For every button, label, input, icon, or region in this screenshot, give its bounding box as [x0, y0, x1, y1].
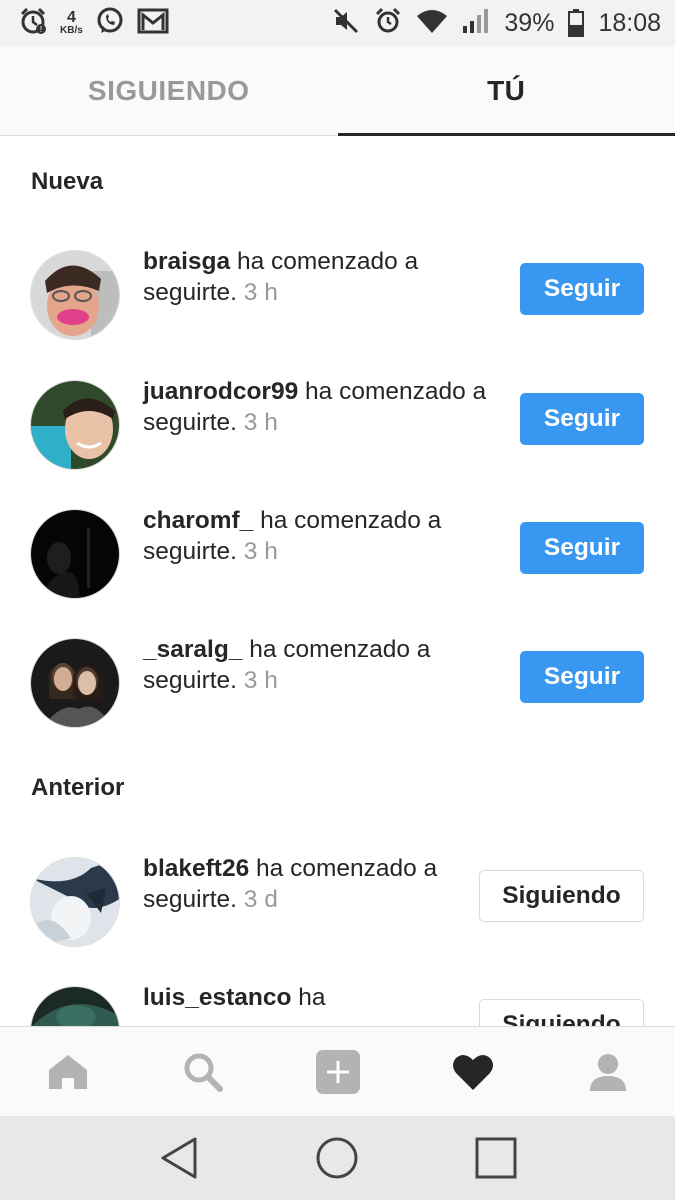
avatar[interactable]: [30, 250, 120, 340]
home-icon[interactable]: [28, 1032, 108, 1112]
profile-icon[interactable]: [568, 1032, 648, 1112]
notification-row[interactable]: braisga ha comenzado a seguirte. 3 h Seg…: [0, 236, 675, 346]
username[interactable]: blakeft26: [143, 855, 249, 882]
username[interactable]: _saralg_: [143, 636, 242, 663]
network-speed-unit: KB/s: [60, 25, 83, 36]
follow-button[interactable]: Seguir: [520, 651, 644, 703]
activity-tabs: SIGUIENDO TÚ: [0, 46, 675, 136]
network-speed: 4 KB/s: [60, 10, 83, 36]
alarm-clock-icon: !: [18, 6, 48, 41]
mute-icon: [332, 7, 360, 40]
avatar[interactable]: [30, 986, 120, 1026]
network-speed-value: 4: [66, 9, 76, 26]
home-circle-icon[interactable]: [302, 1123, 372, 1193]
follow-button[interactable]: Seguir: [520, 263, 644, 315]
notification-time: 3 h: [243, 279, 278, 306]
gmail-icon: [137, 8, 169, 39]
tab-following[interactable]: SIGUIENDO: [0, 46, 338, 135]
back-icon[interactable]: [144, 1123, 214, 1193]
notification-row[interactable]: _saralg_ ha comenzado a seguirte. 3 h Se…: [0, 624, 675, 734]
svg-text:!: !: [39, 25, 42, 34]
follow-button[interactable]: Seguir: [520, 393, 644, 445]
username[interactable]: charomf_: [143, 507, 253, 534]
notification-row[interactable]: charomf_ ha comenzado a seguirte. 3 h Se…: [0, 495, 675, 605]
avatar[interactable]: [30, 509, 120, 599]
notification-text: braisga ha comenzado a seguirte. 3 h: [143, 246, 503, 308]
notification-text: blakeft26 ha comenzado a seguirte. 3 d: [143, 853, 503, 915]
heart-icon[interactable]: [433, 1032, 513, 1112]
notification-row[interactable]: luis_estanco ha Siguiendo: [0, 972, 675, 1026]
follow-button[interactable]: Seguir: [520, 522, 644, 574]
notification-row[interactable]: juanrodcor99 ha comenzado a seguirte. 3 …: [0, 366, 675, 476]
following-button[interactable]: Siguiendo: [479, 870, 644, 922]
notification-text: charomf_ ha comenzado a seguirte. 3 h: [143, 505, 503, 567]
notification-action: ha: [298, 984, 326, 1011]
notification-text: juanrodcor99 ha comenzado a seguirte. 3 …: [143, 376, 503, 438]
clock-time: 18:08: [598, 8, 661, 37]
status-bar-left: ! 4 KB/s: [18, 6, 169, 41]
signal-icon: [462, 8, 490, 39]
add-icon[interactable]: [298, 1032, 378, 1112]
notification-text: luis_estanco ha: [143, 982, 503, 1013]
bottom-navigation: [0, 1026, 675, 1116]
battery-percent: 39%: [504, 8, 555, 37]
avatar[interactable]: [30, 638, 120, 728]
status-bar: ! 4 KB/s 39% 18:08: [0, 0, 675, 46]
tab-you[interactable]: TÚ: [337, 46, 675, 136]
username[interactable]: juanrodcor99: [143, 378, 298, 405]
wifi-icon: [416, 8, 448, 39]
following-button[interactable]: Siguiendo: [479, 999, 644, 1026]
section-title-new: Nueva: [31, 168, 104, 195]
alarm-icon: [374, 7, 402, 40]
avatar[interactable]: [30, 857, 120, 947]
notification-time: 3 d: [243, 886, 278, 913]
status-bar-right: 39% 18:08: [332, 7, 661, 40]
notification-text: _saralg_ ha comenzado a seguirte. 3 h: [143, 634, 503, 696]
battery-icon: [568, 9, 585, 37]
notification-row[interactable]: blakeft26 ha comenzado a seguirte. 3 d S…: [0, 843, 675, 953]
activity-feed[interactable]: Nueva braisga ha comenzado a seguirte. 3…: [0, 136, 675, 1026]
notification-time: 3 h: [243, 538, 278, 565]
section-title-earlier: Anterior: [31, 774, 125, 801]
notification-time: 3 h: [243, 667, 278, 694]
notification-time: 3 h: [243, 409, 278, 436]
username[interactable]: braisga: [143, 248, 230, 275]
avatar[interactable]: [30, 380, 120, 470]
system-navigation-bar: [0, 1116, 675, 1200]
recents-icon[interactable]: [461, 1123, 531, 1193]
search-icon[interactable]: [163, 1032, 243, 1112]
whatsapp-icon: [95, 6, 125, 41]
username[interactable]: luis_estanco: [143, 984, 291, 1011]
